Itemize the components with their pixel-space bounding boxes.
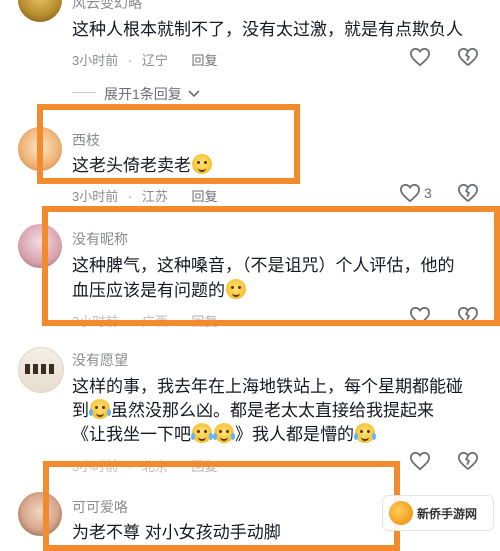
- comment-text: 《让我坐一下吧 》我人都是懵的: [72, 421, 376, 448]
- comment-location: 江苏: [141, 189, 168, 204]
- heart-outline-icon[interactable]: [399, 183, 421, 203]
- heart-outline-icon[interactable]: [409, 47, 431, 67]
- comment-meta: 3小时前 · 辽宁 回复: [72, 50, 223, 69]
- watermark-text: 新侨手游网: [417, 507, 478, 521]
- comment-text: 这种人根本就制不了，没有太过激，就是有点欺负人: [72, 20, 463, 39]
- broken-heart-outline-icon[interactable]: [457, 451, 479, 471]
- comment-location-dot: ·: [127, 189, 133, 204]
- broken-heart-outline-icon[interactable]: [457, 47, 479, 67]
- laugh-cry-emoji-icon: [89, 399, 111, 419]
- expand-replies-label: 展开1条回复: [104, 86, 182, 102]
- laugh-cry-emoji-icon: [191, 423, 213, 443]
- chevron-down-icon: [188, 90, 200, 98]
- highlight-box: [37, 104, 300, 184]
- reply-button[interactable]: 回复: [191, 189, 217, 204]
- comment-time: 3小时前: [72, 189, 119, 204]
- comment-username[interactable]: 没有愿望: [72, 350, 128, 370]
- highlight-box: [43, 461, 400, 551]
- comment-text-line: 》我人都是懵的: [235, 425, 354, 444]
- comment-text-line: 到: [72, 401, 89, 420]
- comment-location-dot: ·: [127, 53, 133, 68]
- comment-meta: 3小时前 · 江苏 回复: [72, 186, 223, 205]
- comment-text-line: 这样的事，我去年在上海地铁站上，每个星期都能碰: [72, 377, 463, 396]
- reply-button[interactable]: 回复: [191, 53, 217, 68]
- comment-time: 3小时前: [72, 53, 119, 68]
- comment-location: 辽宁: [141, 53, 168, 68]
- avatar[interactable]: [18, 347, 64, 393]
- expand-divider: [72, 92, 96, 93]
- avatar[interactable]: [18, 0, 62, 22]
- comment-text-line: 虽然没那么凶。都是老太太直接给我提起来: [111, 401, 434, 420]
- watermark-logo: 新侨手游网: [382, 495, 494, 531]
- laugh-cry-emoji-icon: [354, 423, 376, 443]
- logo-mark-icon: [389, 501, 413, 525]
- comment-text: 到 虽然没那么凶。都是老太太直接给我提起来: [72, 397, 434, 424]
- comment-username[interactable]: 风云变幻略: [72, 0, 142, 13]
- heart-outline-icon[interactable]: [409, 451, 431, 471]
- broken-heart-outline-icon[interactable]: [457, 183, 479, 203]
- comment-text-line: 《让我坐一下吧: [72, 425, 191, 444]
- like-count: 3: [424, 185, 432, 201]
- expand-replies-button[interactable]: 展开1条回复: [104, 84, 200, 104]
- laugh-cry-emoji-icon: [213, 423, 235, 443]
- highlight-box: [42, 206, 500, 326]
